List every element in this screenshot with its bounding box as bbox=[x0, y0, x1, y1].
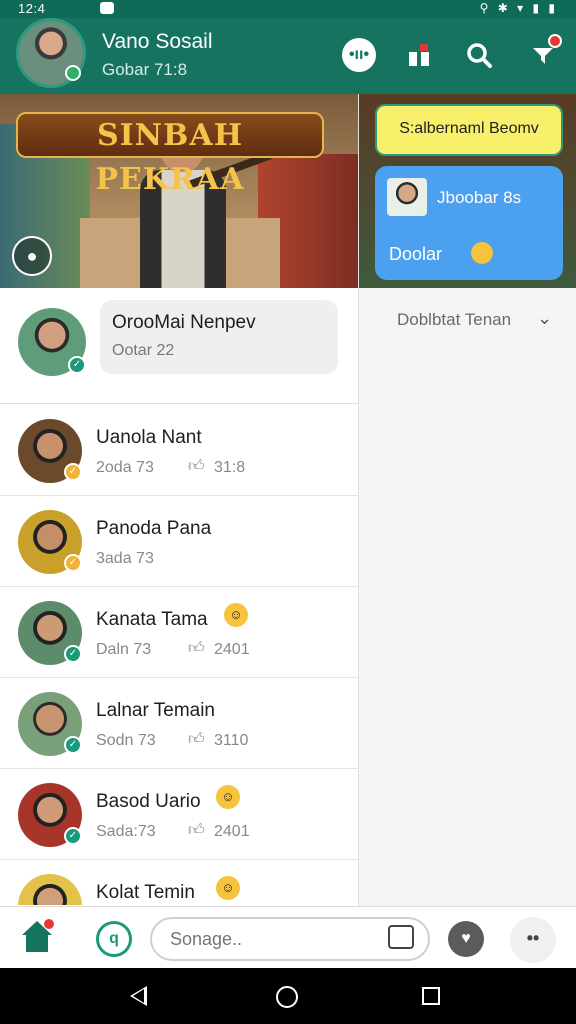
recent-apps-icon[interactable] bbox=[422, 987, 440, 1005]
image-attach-icon[interactable] bbox=[388, 925, 414, 949]
verified-icon: ✓ bbox=[68, 356, 86, 374]
notification-status-icon bbox=[100, 2, 114, 14]
like-count: 31:8 bbox=[214, 459, 246, 476]
contact-subtitle: Daln 73 bbox=[96, 641, 152, 658]
banner-title: SINBAH PEKRAA bbox=[16, 112, 324, 197]
like-count: 3110 bbox=[214, 732, 249, 749]
featured-meta: Ootar 22 bbox=[112, 342, 175, 359]
list-item[interactable]: ✓ Uanola Nant 2oda 73 👍︎ 31:8 bbox=[0, 405, 358, 496]
app-header: Vano Sosail Gobar 71:8 •ıı• bbox=[0, 18, 576, 94]
verified-icon: ✓ bbox=[64, 736, 82, 754]
thumbs-up-icon[interactable]: 👍︎ bbox=[188, 821, 205, 840]
list-item[interactable]: ✓ Kanata Tama ☺ Daln 73 👍︎ 2401 bbox=[0, 587, 358, 678]
contact-avatar: ✓ bbox=[18, 783, 82, 847]
featured-avatar: ✓ bbox=[18, 308, 86, 376]
message-avatar bbox=[387, 178, 427, 216]
status-icons: ⚲ ✱ ▾ ▮ ▮ bbox=[479, 1, 558, 15]
friends-dropdown[interactable]: Doblbtat Tenan bbox=[397, 310, 511, 330]
list-item[interactable]: ✓ Panoda Pana 3ada 73 bbox=[0, 496, 358, 587]
back-icon[interactable] bbox=[130, 986, 147, 1006]
header-title: Vano Sosail bbox=[102, 30, 213, 53]
featured-contact[interactable]: ✓ OrooMai Nenpev Ootar 22 bbox=[0, 288, 358, 404]
list-item[interactable]: Kolat Temin ☺ bbox=[0, 860, 358, 905]
list-item[interactable]: ✓ Basod Uario ☺ Sada:73 👍︎ 2401 bbox=[0, 769, 358, 860]
message-line-1: Jboobar 8s bbox=[437, 188, 522, 207]
notification-icon[interactable] bbox=[526, 34, 562, 72]
contact-name: Basod Uario bbox=[96, 791, 201, 812]
status-time: 12:4 bbox=[18, 1, 46, 16]
message-line-2: Doolar bbox=[389, 244, 443, 264]
contact-subtitle: Sada:73 bbox=[96, 823, 156, 840]
like-count: 2401 bbox=[214, 823, 250, 840]
voice-icon[interactable]: •ıı• bbox=[342, 38, 376, 72]
search-icon[interactable] bbox=[462, 38, 496, 72]
thumbs-up-icon[interactable]: 👍︎ bbox=[188, 639, 205, 658]
notification-dot bbox=[548, 34, 562, 48]
contact-avatar: ✓ bbox=[18, 510, 82, 574]
contact-subtitle: 2oda 73 bbox=[96, 459, 154, 476]
gift-icon[interactable] bbox=[402, 38, 436, 72]
verified-icon: ✓ bbox=[64, 827, 82, 845]
user-icon[interactable]: ● bbox=[12, 236, 52, 276]
chat-side-panel: S:albernaml Beomv Jboobar 8s Doolar Dobl… bbox=[358, 94, 576, 906]
smile-emoji-icon: ☺ bbox=[224, 603, 248, 627]
contact-avatar: ✓ bbox=[18, 692, 82, 756]
verified-icon: ✓ bbox=[64, 554, 82, 572]
game-banner[interactable]: SINBAH PEKRAA ● bbox=[0, 94, 358, 288]
list-item[interactable]: ✓ Lalnar Temain Sodn 73 👍︎ 3110 bbox=[0, 678, 358, 769]
heart-icon[interactable]: ♥ bbox=[448, 921, 484, 957]
contact-name: Lalnar Temain bbox=[96, 700, 216, 721]
online-badge bbox=[65, 65, 81, 81]
featured-name: OrooMai Nenpev bbox=[112, 312, 256, 333]
bottom-bar: q ♥ •• bbox=[0, 906, 576, 968]
home-circle-icon[interactable] bbox=[276, 986, 298, 1008]
contact-avatar bbox=[18, 874, 82, 905]
smile-emoji-icon: ☺ bbox=[216, 876, 240, 900]
verified-icon: ✓ bbox=[64, 463, 82, 481]
message-bubble-yellow[interactable]: S:albernaml Beomv bbox=[375, 104, 563, 156]
smile-emoji-icon: ☺ bbox=[216, 785, 240, 809]
contact-list: ✓ Uanola Nant 2oda 73 👍︎ 31:8 ✓ Panoda P… bbox=[0, 405, 358, 905]
contact-name: Kolat Temin bbox=[96, 882, 195, 903]
thumbs-up-icon[interactable]: 👍︎ bbox=[188, 730, 205, 749]
like-count: 2401 bbox=[214, 641, 250, 658]
message-bubble-blue[interactable]: Jboobar 8s Doolar bbox=[375, 166, 563, 280]
contact-name: Panoda Pana bbox=[96, 518, 212, 539]
home-notification-dot bbox=[44, 919, 54, 929]
system-nav-bar bbox=[0, 968, 576, 1024]
chat-icon[interactable]: q bbox=[96, 921, 132, 957]
verified-icon: ✓ bbox=[64, 645, 82, 663]
contact-subtitle: Sodn 73 bbox=[96, 732, 156, 749]
profile-avatar[interactable] bbox=[16, 18, 86, 88]
more-options-icon[interactable]: •• bbox=[510, 917, 556, 963]
contact-name: Uanola Nant bbox=[96, 427, 202, 448]
header-subtitle: Gobar 71:8 bbox=[102, 60, 188, 79]
home-icon[interactable] bbox=[20, 919, 54, 953]
chevron-down-icon[interactable]: ⌄ bbox=[537, 308, 552, 329]
contact-avatar: ✓ bbox=[18, 601, 82, 665]
contact-subtitle: 3ada 73 bbox=[96, 550, 154, 567]
contact-name: Kanata Tama bbox=[96, 609, 208, 630]
emoji-icon bbox=[471, 242, 493, 264]
contact-avatar: ✓ bbox=[18, 419, 82, 483]
thumbs-up-icon[interactable]: 👍︎ bbox=[188, 457, 205, 476]
status-bar: 12:4 ⚲ ✱ ▾ ▮ ▮ bbox=[0, 0, 576, 18]
